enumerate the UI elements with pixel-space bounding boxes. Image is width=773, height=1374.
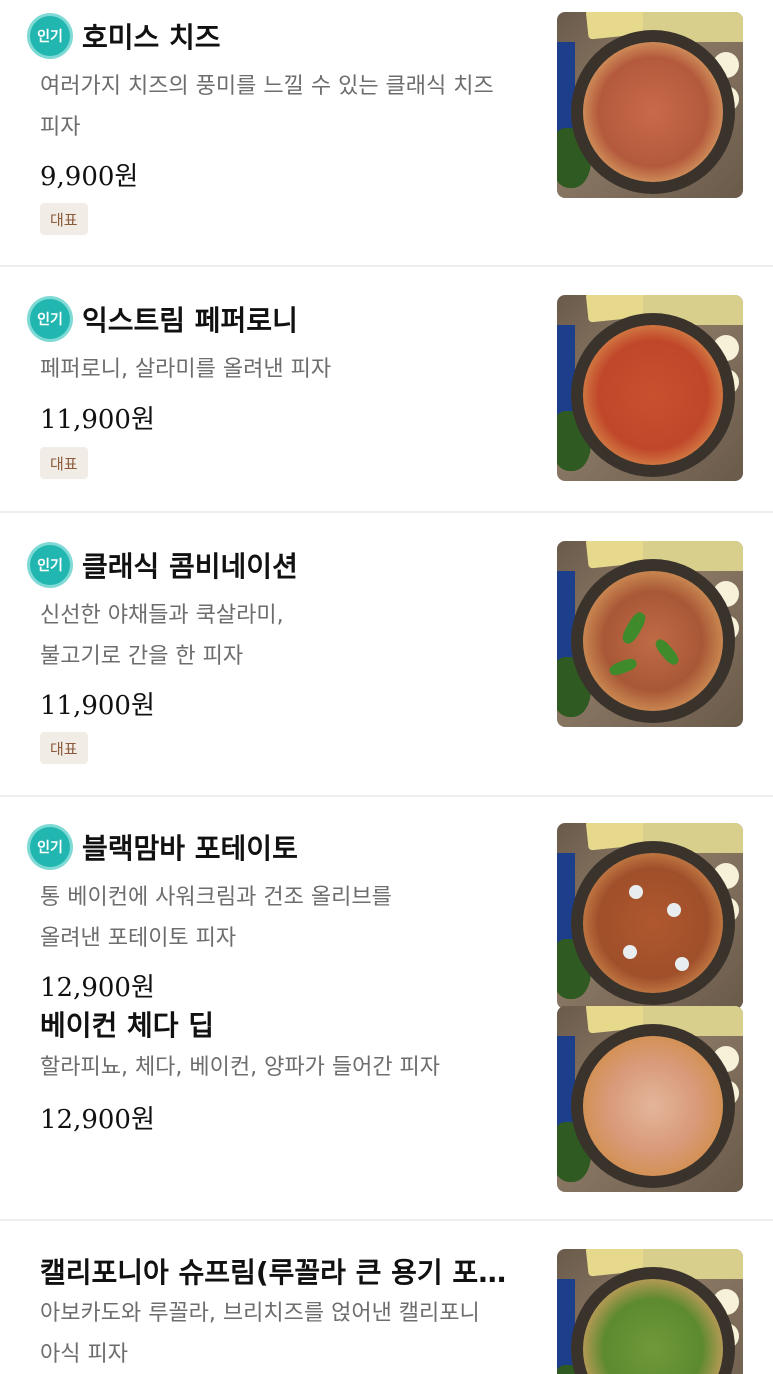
menu-item[interactable]: 인기 클래식 콤비네이션 신선한 야채들과 쿡살라미, 불고기로 간을 한 피자…	[0, 513, 773, 795]
pizza-combination-image[interactable]	[557, 541, 743, 727]
menu-item-description: 페퍼로니, 살라미를 올려낸 피자	[40, 357, 332, 382]
menu-item-price: 12,900원	[40, 1105, 155, 1135]
signature-tag: 대표	[40, 203, 88, 235]
menu-item-title-row: 인기 호미스 치즈	[30, 14, 221, 58]
menu-item-price: 9,900원	[40, 162, 139, 192]
menu-item-title-row: 인기 익스트림 페퍼로니	[30, 297, 298, 341]
menu-item-description: 신선한 야채들과 쿡살라미, 불고기로 간을 한 피자	[40, 603, 284, 669]
signature-tag: 대표	[40, 447, 88, 479]
menu-item[interactable]: 캘리포니아 슈프림(루꼴라 큰 용기 포… 아보카도와 루꼴라, 브리치즈를 얹…	[0, 1221, 773, 1374]
pizza-cheese-image[interactable]	[557, 12, 743, 198]
menu-item-name: 호미스 치즈	[82, 21, 221, 54]
pizza-potato-image[interactable]	[557, 823, 743, 1009]
menu-item-title-row: 캘리포니아 슈프림(루꼴라 큰 용기 포…	[40, 1249, 506, 1293]
menu-item-description: 통 베이컨에 사워크림과 건조 올리브를 올려낸 포테이토 피자	[40, 885, 392, 951]
menu-item-description: 아보카도와 루꼴라, 브리치즈를 얹어낸 캘리포니 아식 피자	[40, 1301, 480, 1367]
popular-badge: 인기	[30, 545, 70, 585]
popular-badge: 인기	[30, 16, 70, 56]
menu-item-name: 베이컨 체다 딥	[40, 1009, 215, 1042]
menu-item-price: 12,900원	[40, 973, 155, 1003]
popular-badge: 인기	[30, 299, 70, 339]
pizza-bacon-image[interactable]	[557, 1006, 743, 1192]
signature-tag: 대표	[40, 732, 88, 764]
menu-item-price: 11,900원	[40, 405, 155, 435]
pizza-california-image[interactable]	[557, 1249, 743, 1374]
menu-item-title-row: 인기 블랙맘바 포테이토	[30, 825, 298, 869]
menu-item-title-row: 베이컨 체다 딥	[40, 1002, 214, 1046]
menu-item-title-row: 인기 클래식 콤비네이션	[30, 543, 298, 587]
menu-item[interactable]: 인기 블랙맘바 포테이토 통 베이컨에 사워크림과 건조 올리브를 올려낸 포테…	[0, 797, 773, 1009]
popular-badge: 인기	[30, 827, 70, 867]
menu-item-description: 여러가지 치즈의 풍미를 느낄 수 있는 클래식 치즈 피자	[40, 74, 494, 140]
menu-item-price: 11,900원	[40, 691, 155, 721]
menu-item[interactable]: 인기 호미스 치즈 여러가지 치즈의 풍미를 느낄 수 있는 클래식 치즈 피자…	[0, 0, 773, 266]
menu-item[interactable]: 인기 익스트림 페퍼로니 페퍼로니, 살라미를 올려낸 피자 11,900원 대…	[0, 267, 773, 511]
menu-item-name: 클래식 콤비네이션	[82, 550, 298, 583]
menu-item-name: 블랙맘바 포테이토	[82, 832, 298, 865]
menu-item-description: 할라피뇨, 체다, 베이컨, 양파가 들어간 피자	[40, 1055, 441, 1080]
menu-item-name: 익스트림 페퍼로니	[82, 304, 298, 337]
pizza-pepperoni-image[interactable]	[557, 295, 743, 481]
menu-item-name: 캘리포니아 슈프림(루꼴라 큰 용기 포…	[40, 1256, 507, 1289]
menu-item[interactable]: 베이컨 체다 딥 할라피뇨, 체다, 베이컨, 양파가 들어간 피자 12,90…	[0, 1004, 773, 1220]
